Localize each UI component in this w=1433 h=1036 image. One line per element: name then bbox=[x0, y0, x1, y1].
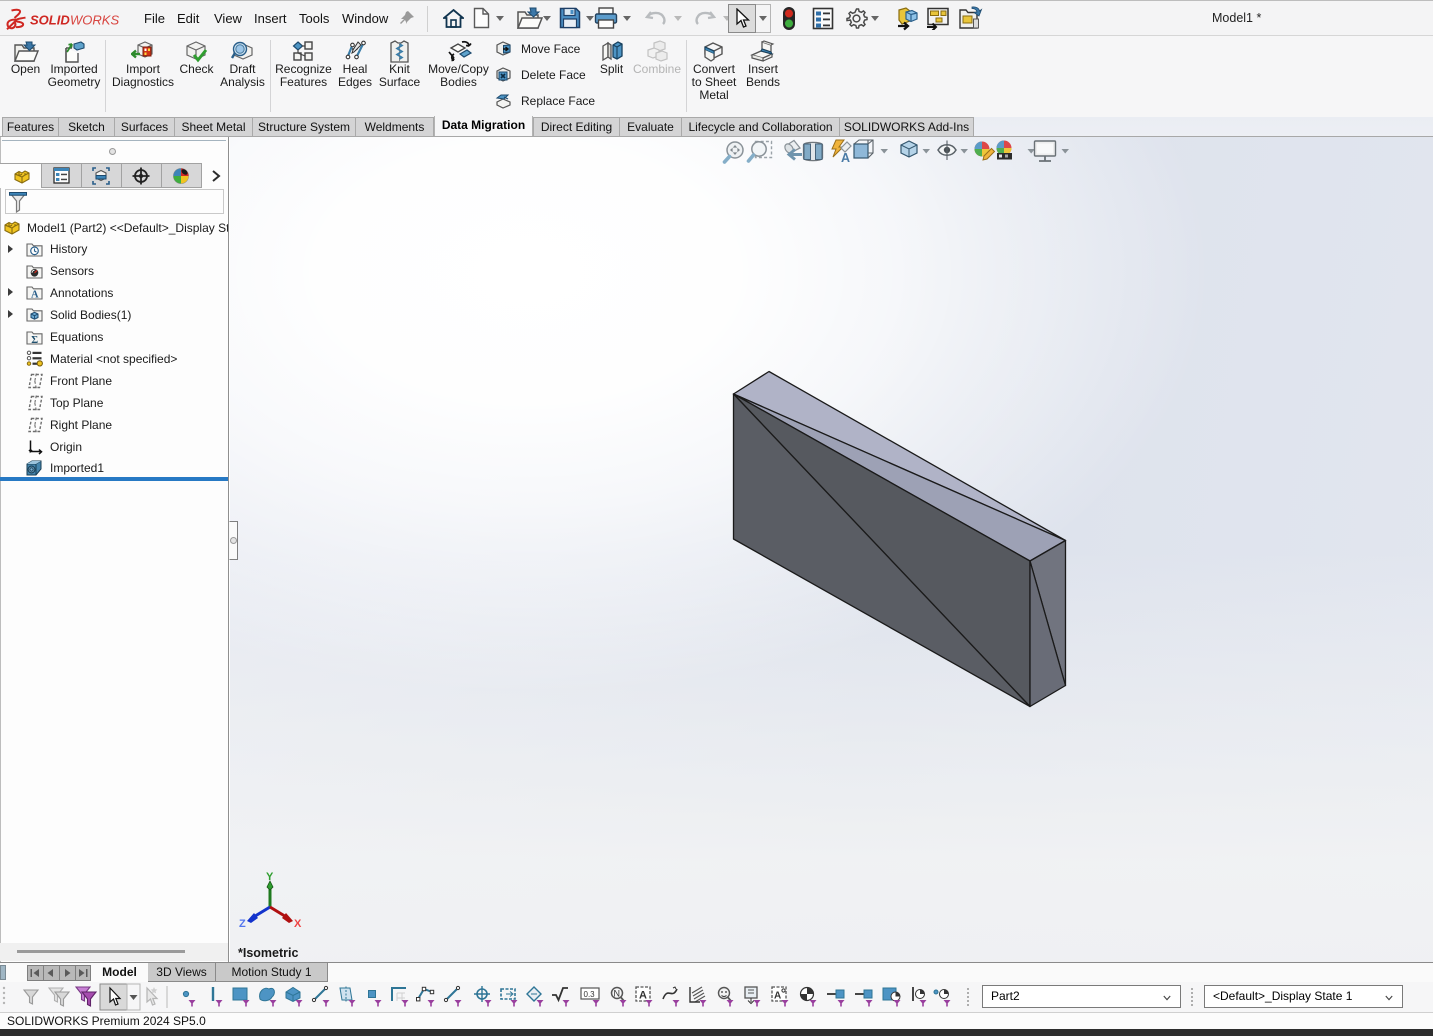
svg-text:A: A bbox=[841, 151, 850, 165]
svg-text:WORKS: WORKS bbox=[70, 13, 119, 28]
svg-text:A: A bbox=[774, 991, 781, 1002]
svg-text:Y: Y bbox=[266, 871, 274, 883]
svg-text:0.3: 0.3 bbox=[584, 990, 596, 999]
svg-text:N: N bbox=[614, 989, 621, 999]
svg-text:A: A bbox=[31, 290, 39, 301]
svg-text:A: A bbox=[639, 990, 647, 1002]
svg-text:Σ: Σ bbox=[31, 335, 38, 345]
svg-text:Z: Z bbox=[239, 918, 246, 930]
svg-text:SOLID: SOLID bbox=[30, 13, 70, 28]
svg-text:X: X bbox=[294, 918, 302, 930]
